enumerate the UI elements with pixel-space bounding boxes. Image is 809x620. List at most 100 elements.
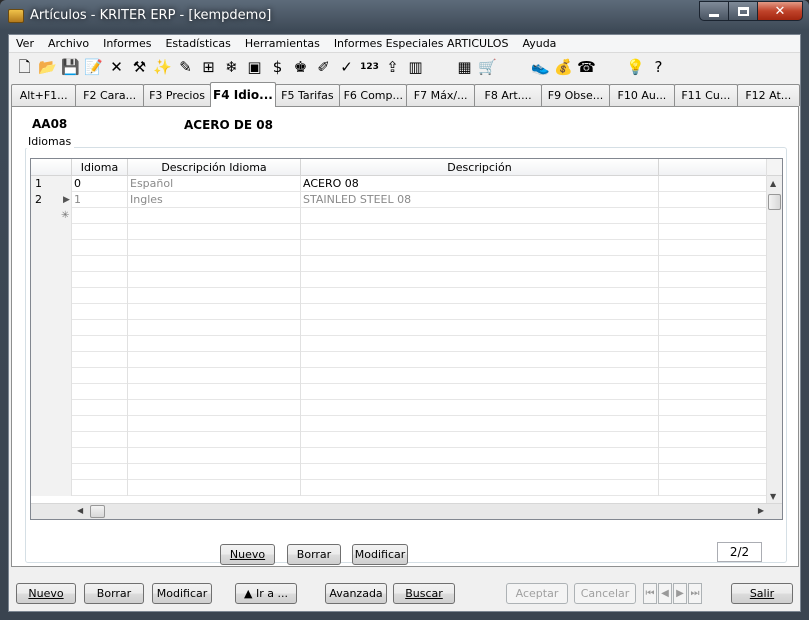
cell-filler[interactable]	[659, 208, 771, 224]
cell-idioma[interactable]	[72, 288, 128, 304]
cell-filler[interactable]	[659, 272, 771, 288]
cell-idioma[interactable]	[72, 272, 128, 288]
minimize-button[interactable]	[699, 1, 729, 21]
cell-descripcion-idioma[interactable]	[128, 304, 301, 320]
cell-descripcion-idioma[interactable]	[128, 416, 301, 432]
new-document-icon[interactable]: 🗋	[13, 56, 36, 78]
cell-filler[interactable]	[659, 368, 771, 384]
cell-filler[interactable]	[659, 304, 771, 320]
grid-nuevo-button[interactable]: Nuevo	[220, 544, 275, 565]
app-icon[interactable]	[8, 9, 24, 23]
cell-filler[interactable]	[659, 464, 771, 480]
cell-descripcion-idioma[interactable]	[128, 352, 301, 368]
tab-9[interactable]: F9 Obse...	[541, 84, 610, 106]
close-button[interactable]: ✕	[757, 1, 803, 21]
shoes-icon[interactable]: 👟	[529, 56, 552, 78]
cell-descripcion-idioma[interactable]: Ingles	[128, 192, 301, 208]
chart-icon[interactable]: ▥	[404, 56, 427, 78]
menu-ver[interactable]: Ver	[9, 35, 41, 53]
cell-descripcion[interactable]	[301, 336, 659, 352]
menu-herramientas[interactable]: Herramientas	[238, 35, 327, 53]
vertical-scrollbar[interactable]: ▲ ▼	[766, 159, 782, 504]
cell-idioma[interactable]	[72, 464, 128, 480]
tab-11[interactable]: F11 Cu...	[674, 84, 738, 106]
cell-descripcion-idioma[interactable]	[128, 256, 301, 272]
cell-descripcion[interactable]	[301, 416, 659, 432]
cell-descripcion-idioma[interactable]	[128, 272, 301, 288]
cell-idioma[interactable]	[72, 432, 128, 448]
cell-idioma[interactable]	[72, 400, 128, 416]
cell-descripcion-idioma[interactable]	[128, 368, 301, 384]
cell-descripcion-idioma[interactable]	[128, 384, 301, 400]
tab-2[interactable]: F2 Cara...	[75, 84, 144, 106]
cell-idioma[interactable]	[72, 224, 128, 240]
scroll-down-icon[interactable]: ▼	[770, 492, 776, 501]
cell-idioma[interactable]	[72, 480, 128, 496]
tab-6[interactable]: F6 Comp...	[339, 84, 408, 106]
cell-idioma[interactable]	[72, 384, 128, 400]
cell-filler[interactable]	[659, 416, 771, 432]
table-row[interactable]: 2 ▶ 1 Ingles STAINLED STEEL 08	[31, 192, 771, 208]
cell-descripcion-idioma[interactable]: Español	[128, 176, 301, 192]
horizontal-scrollbar[interactable]: ◀ ▶	[31, 503, 782, 519]
cell-idioma[interactable]	[72, 448, 128, 464]
cell-idioma[interactable]	[72, 416, 128, 432]
hierarchy-icon[interactable]: ⊞	[197, 56, 220, 78]
dollar-icon[interactable]: $	[266, 56, 289, 78]
borrar-button[interactable]: Borrar	[84, 583, 144, 604]
cell-filler[interactable]	[659, 240, 771, 256]
cell-filler[interactable]	[659, 432, 771, 448]
grid-borrar-button[interactable]: Borrar	[287, 544, 341, 565]
last-record-icon[interactable]: ⏭	[688, 583, 702, 604]
lightbulb-icon[interactable]: 💡	[624, 56, 647, 78]
tab-8[interactable]: F8 Art....	[473, 84, 543, 106]
cell-filler[interactable]	[659, 320, 771, 336]
cell-filler[interactable]	[659, 256, 771, 272]
cell-filler[interactable]	[659, 336, 771, 352]
money-bag-icon[interactable]: 💰	[552, 56, 575, 78]
cell-idioma[interactable]	[72, 256, 128, 272]
next-record-icon[interactable]: ▶	[673, 583, 687, 604]
cell-descripcion[interactable]	[301, 432, 659, 448]
prev-record-icon[interactable]: ◀	[658, 583, 672, 604]
cell-idioma[interactable]	[72, 304, 128, 320]
cell-descripcion[interactable]	[301, 256, 659, 272]
avanzada-button[interactable]: Avanzada	[325, 583, 387, 604]
cart-icon[interactable]: 🛒	[476, 56, 499, 78]
aceptar-button[interactable]: Aceptar	[506, 583, 568, 604]
box-icon[interactable]: ▣	[243, 56, 266, 78]
tab-7[interactable]: F7 Máx/...	[406, 84, 475, 106]
nuevo-button[interactable]: Nuevo	[16, 583, 76, 604]
cell-descripcion[interactable]: STAINLED STEEL 08	[301, 192, 659, 208]
tab-4[interactable]: F4 Idio...	[210, 82, 276, 107]
brush-icon[interactable]: ✐	[312, 56, 335, 78]
cell-descripcion-idioma[interactable]	[128, 224, 301, 240]
pencil-icon[interactable]: ✎	[174, 56, 197, 78]
calculator-icon[interactable]: ▦	[453, 56, 476, 78]
cell-descripcion[interactable]	[301, 288, 659, 304]
help-icon[interactable]: ?	[647, 56, 670, 78]
modificar-button[interactable]: Modificar	[152, 583, 212, 604]
column-header-descripcion[interactable]: Descripción	[301, 159, 659, 176]
cell-descripcion-idioma[interactable]	[128, 336, 301, 352]
cell-descripcion-idioma[interactable]	[128, 400, 301, 416]
cell-descripcion[interactable]	[301, 320, 659, 336]
export-icon[interactable]: ⇪	[381, 56, 404, 78]
title-bar[interactable]: Artículos - KRITER ERP - [kempdemo] ✕	[0, 0, 809, 34]
cell-descripcion[interactable]	[301, 208, 659, 224]
cell-idioma[interactable]	[72, 320, 128, 336]
cell-idioma[interactable]	[72, 240, 128, 256]
grid-modificar-button[interactable]: Modificar	[352, 544, 408, 565]
tab-5[interactable]: F5 Tarifas	[274, 84, 341, 106]
buscar-button[interactable]: Buscar	[393, 583, 455, 604]
cancelar-button[interactable]: Cancelar	[574, 583, 636, 604]
menu-informes[interactable]: Informes	[96, 35, 158, 53]
cell-descripcion-idioma[interactable]	[128, 320, 301, 336]
scroll-right-icon[interactable]: ▶	[758, 506, 764, 515]
cell-descripcion-idioma[interactable]	[128, 240, 301, 256]
cell-descripcion[interactable]	[301, 352, 659, 368]
cell-descripcion-idioma[interactable]	[128, 432, 301, 448]
maximize-button[interactable]	[728, 1, 758, 21]
wand-icon[interactable]: ✨	[151, 56, 174, 78]
tab-10[interactable]: F10 Au...	[608, 84, 676, 106]
